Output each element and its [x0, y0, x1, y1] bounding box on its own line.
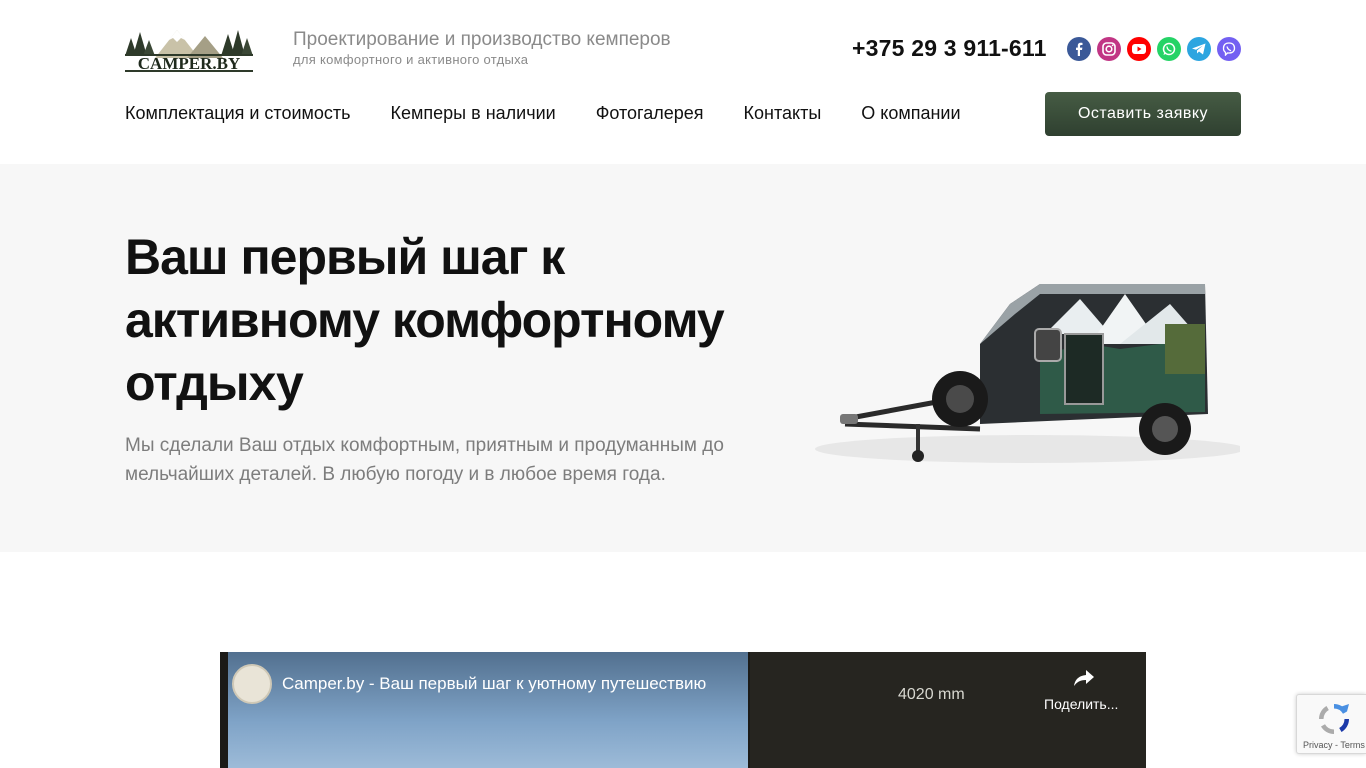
subtagline: для комфортного и активного отдыха [293, 52, 529, 67]
viber-icon[interactable] [1217, 37, 1241, 61]
nav-item-in-stock[interactable]: Кемперы в наличии [391, 103, 556, 124]
camper-logo[interactable]: CAMPER.BY [125, 24, 253, 72]
telegram-icon[interactable] [1187, 37, 1211, 61]
channel-avatar[interactable] [232, 664, 272, 704]
hero-description: Мы сделали Ваш отдых комфортным, приятны… [125, 435, 724, 485]
tagline: Проектирование и производство кемперов [293, 29, 671, 50]
nav-item-about[interactable]: О компании [861, 103, 960, 124]
hero-section: Ваш первый шаг к активному комфортному о… [0, 164, 1366, 552]
hero-title: Ваш первый шаг к активному комфортному о… [125, 229, 725, 411]
nav-item-contacts[interactable]: Контакты [744, 103, 822, 124]
recaptcha-icon [1319, 704, 1349, 734]
site-header: CAMPER.BY Проектирование и производство … [0, 0, 1366, 164]
facebook-icon[interactable] [1067, 37, 1091, 61]
video-dimension-label: 4020 mm [898, 686, 965, 703]
video-thumbnail-left [228, 652, 748, 768]
recaptcha-links[interactable]: Privacy - Terms [1303, 740, 1365, 750]
share-label[interactable]: Поделить... [1044, 696, 1118, 712]
logo-text: CAMPER.BY [138, 54, 240, 72]
camper-trailer-image [815, 284, 1240, 463]
social-links [1067, 37, 1241, 61]
youtube-icon[interactable] [1127, 37, 1151, 61]
nav-item-configuration[interactable]: Комплектация и стоимость [125, 103, 351, 124]
share-icon[interactable] [1072, 666, 1096, 690]
leave-request-button[interactable]: Оставить заявку [1045, 92, 1241, 136]
video-title[interactable]: Camper.by - Ваш первый шаг к уютному пут… [282, 674, 706, 694]
whatsapp-icon[interactable] [1157, 37, 1181, 61]
instagram-icon[interactable] [1097, 37, 1121, 61]
recaptcha-badge[interactable]: Privacy - Terms [1296, 694, 1366, 754]
main-nav: Комплектация и стоимость Кемперы в налич… [125, 103, 1001, 124]
nav-item-gallery[interactable]: Фотогалерея [596, 103, 704, 124]
phone-link[interactable]: +375 29 3 911-611 [852, 35, 1047, 62]
youtube-video-player[interactable]: Camper.by - Ваш первый шаг к уютному пут… [220, 652, 1146, 768]
